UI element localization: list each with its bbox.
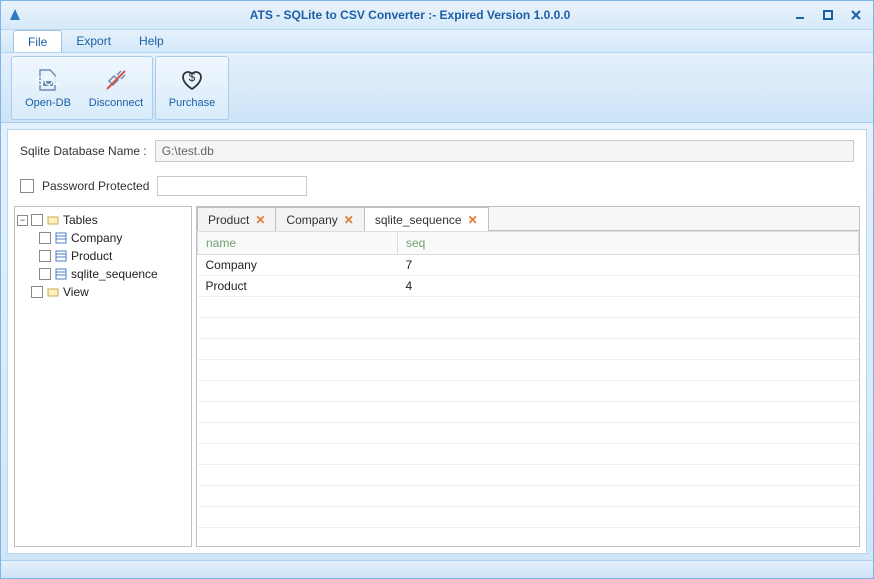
grid-header-row: name seq	[198, 232, 859, 255]
tree-checkbox[interactable]	[31, 214, 43, 226]
ribbon-group-db: SQL Open-DB Disconnect	[11, 56, 153, 120]
tab-sqlite-sequence[interactable]: sqlite_sequence ✕	[364, 207, 489, 231]
tab-label: Product	[208, 213, 249, 227]
split-pane: − Tables Company Product	[14, 206, 860, 547]
tree-checkbox[interactable]	[39, 268, 51, 280]
svg-text:SQL: SQL	[36, 74, 60, 88]
disconnect-icon	[102, 66, 130, 94]
table-row: .	[198, 297, 859, 318]
close-tab-icon[interactable]: ✕	[468, 213, 478, 227]
data-grid[interactable]: name seq Company 7 Product 4	[197, 231, 859, 546]
table-row: .	[198, 507, 859, 528]
purchase-label: Purchase	[169, 97, 215, 109]
open-db-button[interactable]: SQL Open-DB	[15, 60, 81, 116]
tree-pane: − Tables Company Product	[14, 206, 192, 547]
tabstrip: Product ✕ Company ✕ sqlite_sequence ✕	[197, 207, 859, 231]
tab-label: sqlite_sequence	[375, 213, 462, 227]
cell-seq: 4	[398, 276, 859, 297]
tab-label: Company	[286, 213, 337, 227]
close-button[interactable]	[845, 6, 867, 24]
menu-help[interactable]: Help	[125, 30, 178, 52]
table-row[interactable]: Product 4	[198, 276, 859, 297]
app-logo-icon	[7, 7, 23, 23]
table-row: .	[198, 444, 859, 465]
main-body: Sqlite Database Name : Password Protecte…	[7, 129, 867, 554]
ribbon: SQL Open-DB Disconnect $ Purchase	[1, 53, 873, 123]
maximize-button[interactable]	[817, 6, 839, 24]
folder-icon	[46, 285, 60, 299]
menu-file[interactable]: File	[13, 30, 62, 52]
table-row: .	[198, 423, 859, 444]
window-controls	[789, 6, 867, 24]
folder-icon	[46, 213, 60, 227]
table-row: .	[198, 486, 859, 507]
tree-label: View	[63, 285, 89, 299]
table-row[interactable]: Company 7	[198, 255, 859, 276]
db-name-label: Sqlite Database Name :	[20, 144, 147, 158]
table-row: .	[198, 381, 859, 402]
tree-label: Company	[71, 231, 122, 245]
tree-checkbox[interactable]	[39, 250, 51, 262]
collapse-icon[interactable]: −	[17, 215, 28, 226]
disconnect-button[interactable]: Disconnect	[83, 60, 149, 116]
password-protected-label: Password Protected	[42, 179, 149, 193]
column-header-name[interactable]: name	[198, 232, 398, 255]
cell-name: Product	[198, 276, 398, 297]
password-input[interactable]	[157, 176, 307, 196]
minimize-button[interactable]	[789, 6, 811, 24]
tree-checkbox[interactable]	[31, 286, 43, 298]
column-header-seq[interactable]: seq	[398, 232, 859, 255]
menubar: File Export Help	[1, 29, 873, 53]
table-icon	[54, 267, 68, 281]
table-icon	[54, 231, 68, 245]
db-name-row: Sqlite Database Name :	[14, 136, 860, 166]
table-row: .	[198, 465, 859, 486]
purchase-button[interactable]: $ Purchase	[159, 60, 225, 116]
tree-node-product[interactable]: Product	[17, 247, 189, 265]
password-row: Password Protected	[14, 172, 860, 200]
tree-checkbox[interactable]	[39, 232, 51, 244]
table-row: .	[198, 360, 859, 381]
tree-node-tables[interactable]: − Tables	[17, 211, 189, 229]
content-pane: Product ✕ Company ✕ sqlite_sequence ✕	[196, 206, 860, 547]
open-db-label: Open-DB	[25, 97, 71, 109]
statusbar	[1, 560, 873, 578]
menu-export[interactable]: Export	[62, 30, 125, 52]
spacer	[17, 287, 28, 298]
db-name-input[interactable]	[155, 140, 854, 162]
close-tab-icon[interactable]: ✕	[344, 213, 354, 227]
tab-product[interactable]: Product ✕	[197, 207, 276, 231]
tree-node-sqlite-sequence[interactable]: sqlite_sequence	[17, 265, 189, 283]
table-row: .	[198, 402, 859, 423]
cell-seq: 7	[398, 255, 859, 276]
tab-company[interactable]: Company ✕	[275, 207, 364, 231]
tree-node-company[interactable]: Company	[17, 229, 189, 247]
cell-name: Company	[198, 255, 398, 276]
table-row: .	[198, 318, 859, 339]
ribbon-group-purchase: $ Purchase	[155, 56, 229, 120]
disconnect-label: Disconnect	[89, 97, 143, 109]
tree-node-view[interactable]: View	[17, 283, 189, 301]
tree-label: sqlite_sequence	[71, 267, 158, 281]
app-window: ATS - SQLite to CSV Converter :- Expired…	[0, 0, 874, 579]
tree-label: Tables	[63, 213, 98, 227]
tree-label: Product	[71, 249, 112, 263]
password-protected-checkbox[interactable]	[20, 179, 34, 193]
titlebar: ATS - SQLite to CSV Converter :- Expired…	[1, 1, 873, 29]
svg-text:$: $	[189, 70, 196, 84]
window-title: ATS - SQLite to CSV Converter :- Expired…	[31, 8, 789, 22]
close-tab-icon[interactable]: ✕	[255, 213, 265, 227]
purchase-heart-icon: $	[178, 66, 206, 94]
table-row: .	[198, 339, 859, 360]
database-file-icon: SQL	[34, 66, 62, 94]
table-icon	[54, 249, 68, 263]
